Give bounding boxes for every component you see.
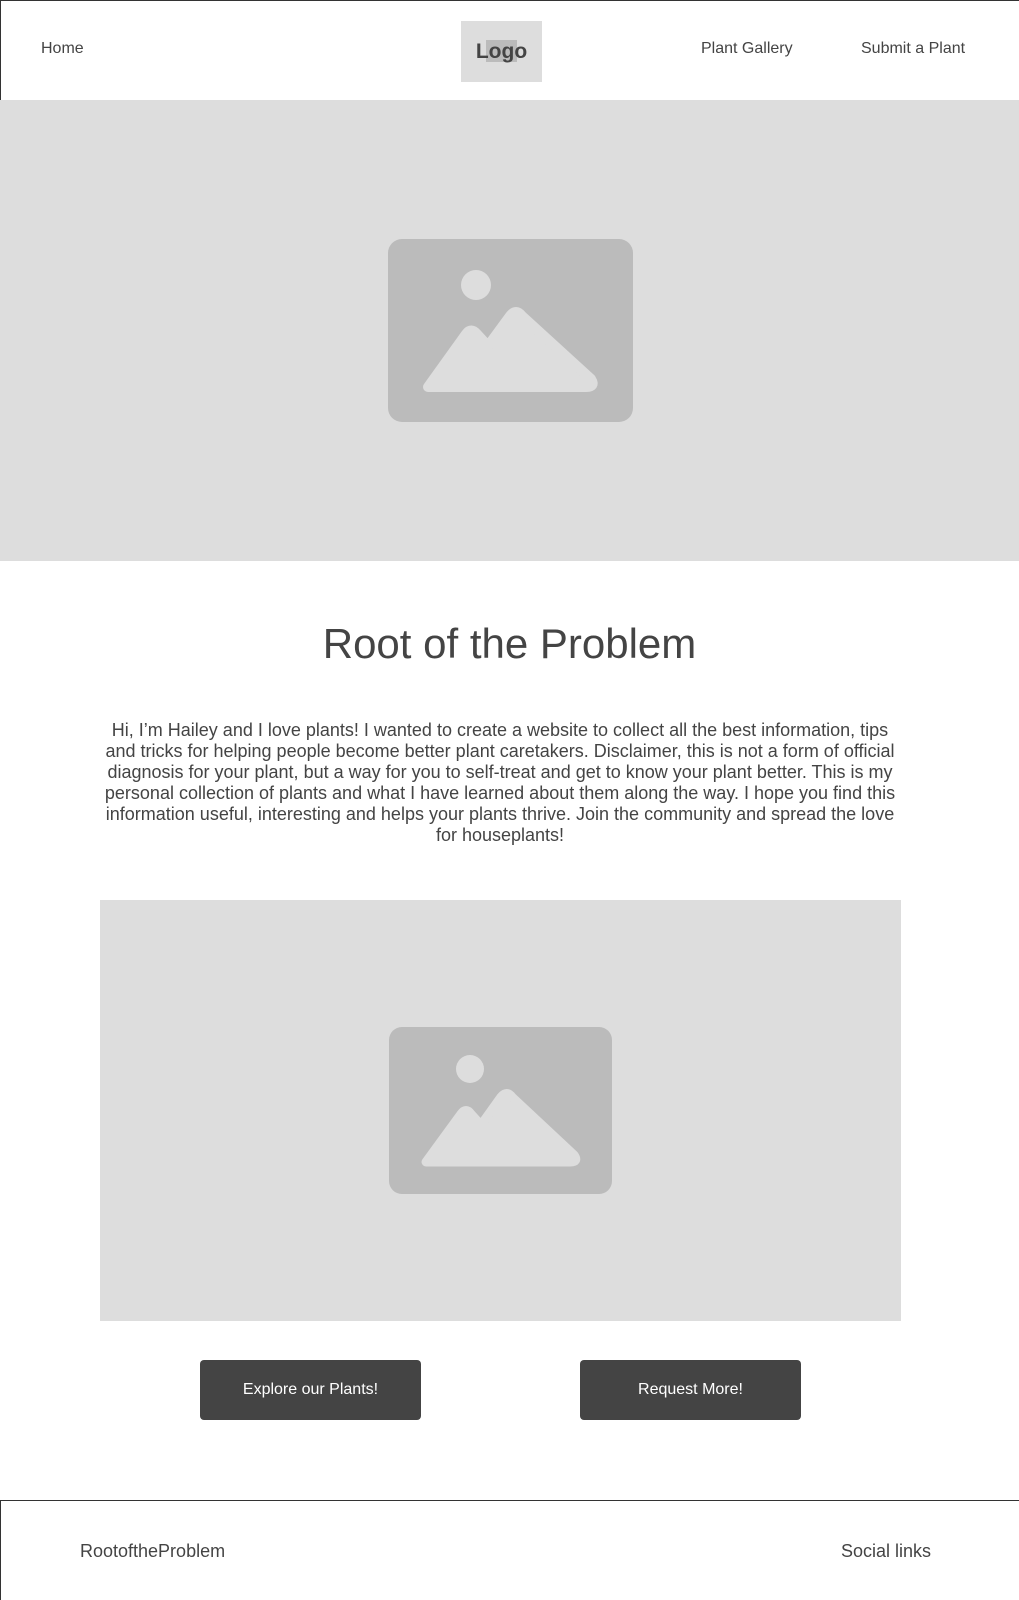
request-more-button[interactable]: Request More! [580,1360,801,1420]
feature-image [100,900,901,1321]
image-placeholder-icon [388,239,633,422]
logo[interactable]: Logo [461,21,542,82]
nav-home-link[interactable]: Home [41,39,84,59]
logo-text: Logo [475,40,528,63]
intro-paragraph: Hi, I’m Hailey and I love plants! I want… [104,720,896,845]
nav-submit-plant-link[interactable]: Submit a Plant [861,39,965,59]
page-title: Root of the Problem [322,620,697,667]
social-links[interactable]: Social links [841,1541,931,1561]
site-footer: RootoftheProblem Social links [0,1500,1019,1600]
nav-plant-gallery-link[interactable]: Plant Gallery [701,39,793,59]
footer-brand: RootoftheProblem [80,1541,226,1561]
site-header: Home Logo Plant Gallery Submit a Plant [0,0,1019,100]
explore-plants-button[interactable]: Explore our Plants! [200,1360,421,1420]
image-placeholder-icon [389,1027,612,1194]
hero-image [0,100,1019,561]
